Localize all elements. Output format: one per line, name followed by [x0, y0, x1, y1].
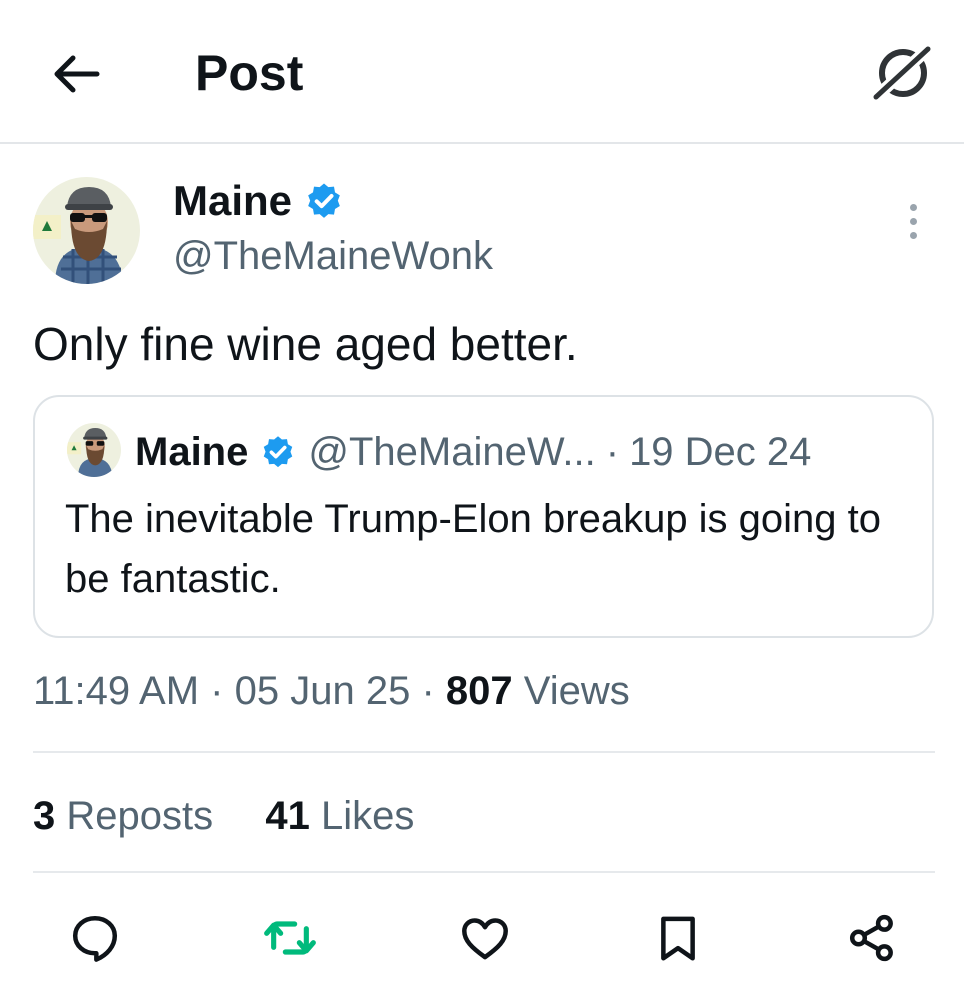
verified-badge-icon: [308, 183, 340, 218]
quote-separator: ·: [605, 429, 620, 474]
reposts-count: 3: [33, 794, 56, 838]
more-options-button[interactable]: [895, 196, 931, 246]
reposts-stat[interactable]: 3 Reposts: [33, 794, 213, 838]
header-divider: [0, 142, 964, 144]
like-button[interactable]: [455, 908, 515, 968]
repost-button[interactable]: [260, 908, 320, 968]
divider: [33, 871, 935, 873]
likes-label: Likes: [321, 794, 415, 838]
quote-author-name: Maine: [135, 429, 249, 474]
share-icon: [849, 914, 893, 962]
meta-separator: ·: [421, 669, 435, 713]
reposts-label: Reposts: [66, 794, 214, 838]
avatar[interactable]: [33, 177, 140, 284]
share-button[interactable]: [842, 908, 902, 968]
verified-badge-icon: [264, 436, 293, 468]
reply-icon: [72, 915, 118, 962]
bookmark-icon: [661, 916, 695, 961]
divider: [33, 751, 935, 753]
heart-icon: [462, 918, 508, 960]
grok-icon: [870, 41, 936, 103]
post-text: Only fine wine aged better.: [33, 318, 578, 370]
views-count: 807: [445, 669, 513, 713]
likes-count: 41: [265, 794, 310, 838]
grok-button[interactable]: [868, 40, 938, 104]
more-dot-icon: [909, 203, 917, 211]
likes-stat[interactable]: 41 Likes: [265, 794, 414, 838]
quote-date: 19 Dec 24: [629, 429, 812, 474]
post-meta: 11:49 AM · 05 Jun 25 · 807 Views: [33, 664, 630, 718]
author-name-row[interactable]: Maine: [173, 174, 344, 228]
quote-author-handle: @TheMaineW...: [308, 429, 596, 474]
reply-button[interactable]: [65, 908, 125, 968]
arrow-left-icon: [54, 55, 100, 93]
engagement-stats: 3 Reposts 41 Likes: [33, 789, 414, 843]
more-dot-icon: [909, 217, 917, 225]
post-date: 05 Jun 25: [234, 669, 411, 713]
post-time: 11:49 AM: [33, 669, 200, 713]
repost-icon: [264, 921, 316, 955]
page-title: Post: [195, 45, 304, 101]
more-dot-icon: [909, 231, 917, 239]
quote-avatar: [67, 423, 121, 477]
quote-text: The inevitable Trump-Elon breakup is goi…: [65, 497, 882, 601]
meta-separator: ·: [210, 669, 224, 713]
bookmark-button[interactable]: [648, 908, 708, 968]
views-label: Views: [523, 669, 630, 713]
author-handle[interactable]: @TheMaineWonk: [173, 229, 493, 283]
quoted-post[interactable]: Maine @TheMaineW... · 19 Dec 24 The inev…: [33, 395, 934, 638]
quote-header: Maine @TheMaineW... · 19 Dec 24: [135, 423, 811, 481]
author-name: Maine: [173, 177, 293, 224]
back-button[interactable]: [48, 46, 104, 102]
